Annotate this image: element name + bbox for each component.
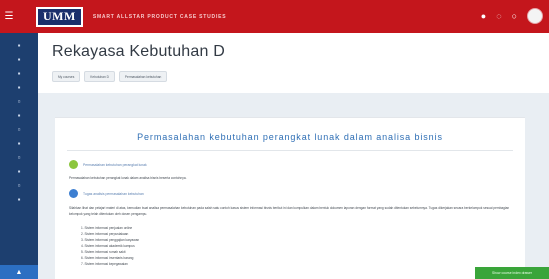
folder-icon[interactable]: ▪ (14, 167, 24, 176)
list-item: 7. Sistem informasi kepegawaian (81, 262, 128, 266)
home-icon[interactable]: ▪ (14, 55, 24, 64)
activity-description: Permasalahan kebutuhan perangkat lunak d… (69, 176, 186, 180)
assignment-description: Silahkan lihat dan pelajari materi di at… (69, 206, 510, 216)
grades-icon[interactable]: ▪ (14, 111, 24, 120)
book-icon[interactable]: ▫ (14, 181, 24, 190)
avatar[interactable] (527, 8, 543, 24)
left-sidebar: ▪ ▪ ▪ ▪ ▫ ▪ ▫ ▪ ▫ ▪ ▫ ▪ ▲ (0, 33, 38, 279)
page-icon (69, 160, 78, 169)
assignment-icon (69, 189, 78, 198)
activity-item[interactable]: Permasalahan kebutuhan perangkat lunak (69, 160, 147, 169)
site-logo[interactable]: UMM (36, 6, 83, 27)
activity-link[interactable]: Tugas analisis permasalahan kebutuhan (83, 192, 144, 196)
badge-icon[interactable]: ▪ (14, 139, 24, 148)
activity-item[interactable]: Tugas analisis permasalahan kebutuhan (69, 189, 144, 198)
competency-icon[interactable]: ▫ (14, 153, 24, 162)
course-section: Permasalahan kebutuhan perangkat lunak d… (55, 117, 525, 279)
breadcrumb-item[interactable]: My courses (52, 71, 81, 82)
files-icon[interactable]: ▪ (14, 83, 24, 92)
users-icon[interactable]: ▫ (14, 125, 24, 134)
chevron-up-icon[interactable]: ▲ (0, 265, 38, 279)
bell-icon[interactable]: ● (481, 11, 486, 21)
settings-icon[interactable]: ○ (512, 11, 517, 21)
section-title: Permasalahan kebutuhan perangkat lunak d… (137, 132, 443, 142)
breadcrumb-item[interactable]: Permasalahan kebutuhan (118, 71, 168, 82)
site-title[interactable]: SMART ALLSTAR PRODUCT CASE STUDIES (93, 14, 227, 20)
case-list: 1. Sistem informasi penjualan online 2. … (81, 225, 139, 267)
page-title: Rekayasa Kebutuhan D (52, 43, 225, 60)
activity-link[interactable]: Permasalahan kebutuhan perangkat lunak (83, 163, 147, 167)
logo-text: UMM (43, 9, 76, 23)
divider (67, 150, 513, 151)
navbar-icons: ● ◌ ○ (481, 8, 543, 24)
dashboard-icon[interactable]: ▪ (14, 41, 24, 50)
breadcrumb-item[interactable]: Kebutuhan D (84, 71, 115, 82)
breadcrumb: My courses Kebutuhan D Permasalahan kebu… (52, 71, 168, 82)
chat-icon[interactable]: ◌ (496, 11, 501, 21)
course-index-toggle-button[interactable]: Show course index drawer (475, 267, 549, 279)
logo-box: UMM (36, 6, 83, 27)
page-header: Rekayasa Kebutuhan D My courses Kebutuha… (38, 33, 549, 93)
top-navbar: ☰ UMM SMART ALLSTAR PRODUCT CASE STUDIES… (0, 0, 549, 33)
chart-icon[interactable]: ▪ (14, 195, 24, 204)
courses-icon[interactable]: ▫ (14, 97, 24, 106)
description-text: Permasalahan kebutuhan perangkat lunak d… (69, 176, 187, 180)
calendar-icon[interactable]: ▪ (14, 69, 24, 78)
hamburger-icon[interactable]: ☰ (0, 0, 18, 33)
